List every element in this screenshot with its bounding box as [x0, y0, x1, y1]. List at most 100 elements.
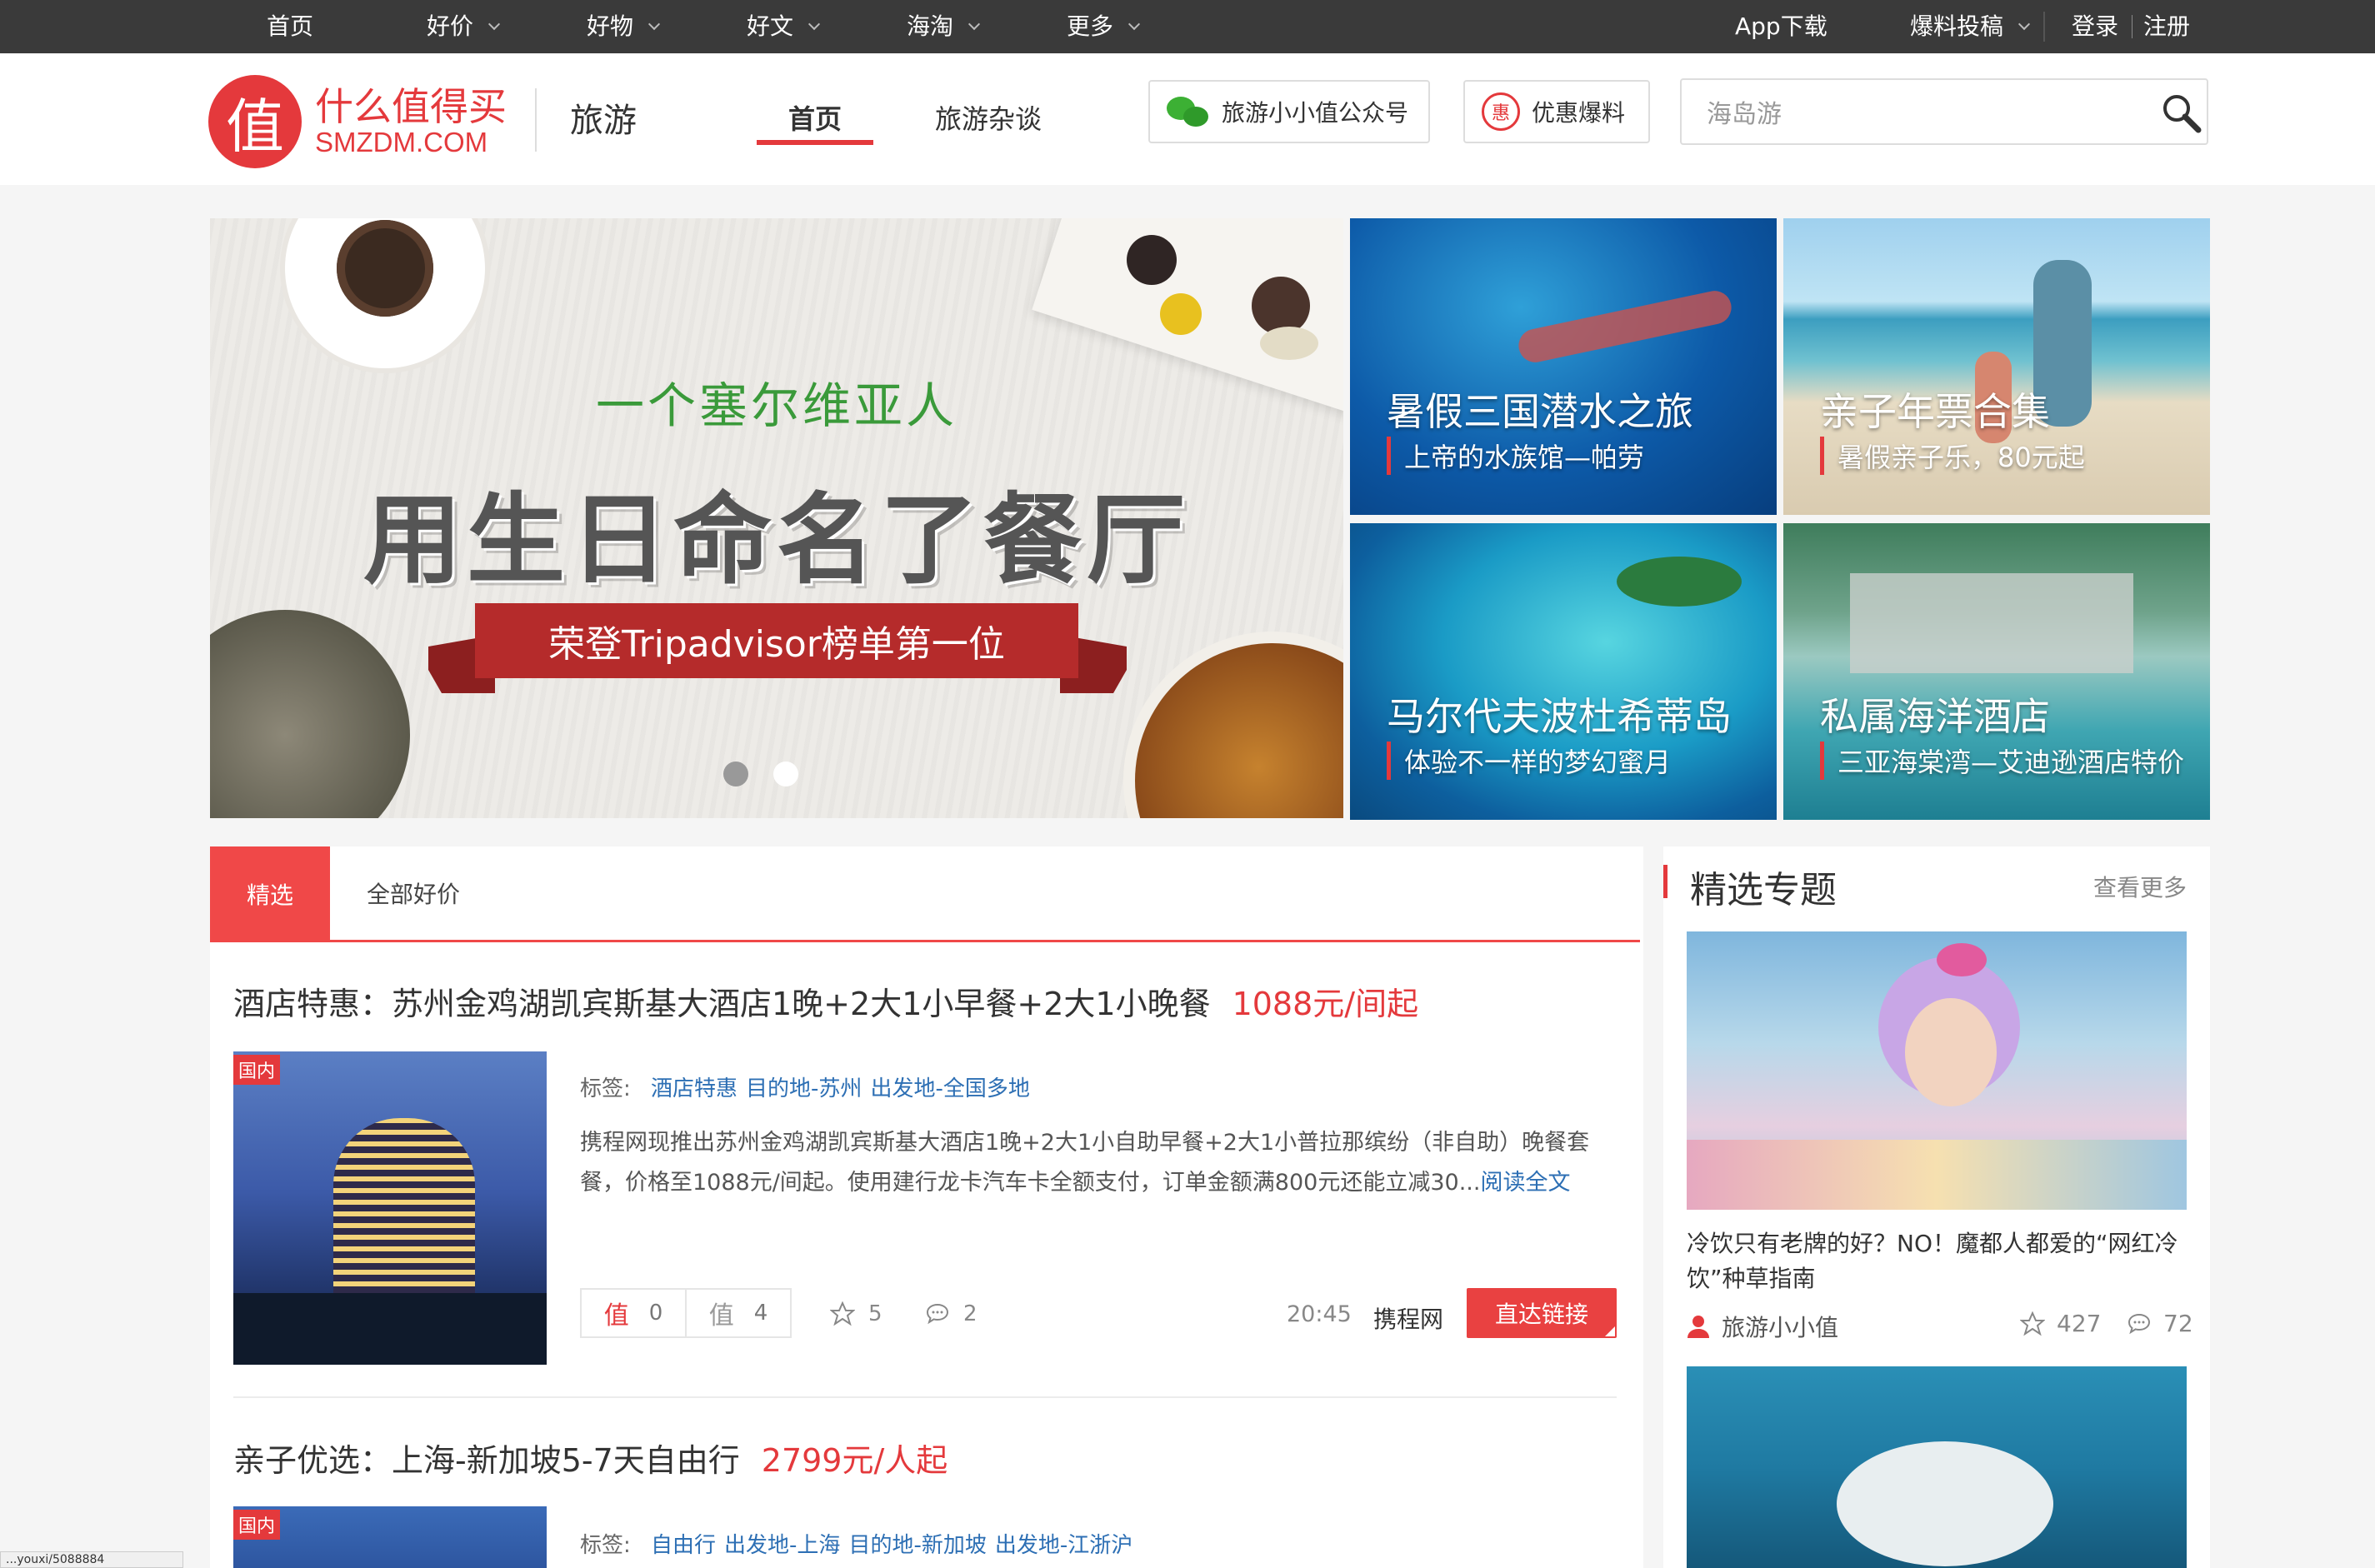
- chevron-down-icon: [1128, 17, 1141, 31]
- tile-title: 私属海洋酒店: [1820, 694, 2050, 739]
- worth-icon: 值: [603, 1301, 629, 1331]
- nav-divider: [2043, 12, 2045, 42]
- tab-travel-talk[interactable]: 旅游杂谈: [935, 98, 1042, 137]
- dessert-image: [1252, 277, 1310, 335]
- banner-ribbon: 荣登Tripadvisor榜单第一位: [475, 603, 1078, 678]
- island-image: [1617, 557, 1742, 607]
- read-more-link[interactable]: 阅读全文: [1480, 1170, 1570, 1196]
- topic-image[interactable]: [1687, 1366, 2187, 1568]
- nav-more[interactable]: 更多: [1067, 0, 1141, 53]
- tag-link[interactable]: 目的地-新加坡: [848, 1533, 986, 1558]
- tab-underline: [210, 940, 1640, 942]
- nav-goods-label: 好物: [587, 12, 634, 40]
- topic-author[interactable]: 旅游小小值: [1687, 1310, 1838, 1343]
- nav-haitao[interactable]: 海淘: [907, 0, 981, 53]
- submit-tip-link[interactable]: 爆料投稿: [1910, 0, 2031, 53]
- favorite-button[interactable]: 5: [830, 1301, 882, 1326]
- search-box: [1680, 78, 2208, 145]
- deal-title[interactable]: 亲子优选：上海-新加坡5-7天自由行 2799元/人起: [233, 1435, 948, 1481]
- worth-button[interactable]: 值0: [582, 1290, 685, 1336]
- hotel-building-image: [333, 1118, 475, 1318]
- nav-articles[interactable]: 好文: [747, 0, 821, 53]
- logo-mark[interactable]: 值: [208, 75, 302, 168]
- topic-caption[interactable]: 冷饮只有老牌的好？NO！魔都人都爱的“网红冷饮”种草指南: [1687, 1226, 2187, 1296]
- featured-topics-sidebar: 精选专题 查看更多 冷饮只有老牌的好？NO！魔都人都爱的“网红冷饮”种草指南 旅…: [1663, 846, 2210, 1568]
- tab-all-deals[interactable]: 全部好价: [367, 876, 460, 910]
- search-icon[interactable]: [2160, 92, 2203, 135]
- region-badge: 国内: [233, 1510, 281, 1540]
- chevron-down-icon: [968, 17, 981, 31]
- dessert-image: [1260, 327, 1318, 360]
- logo-mark-char: 值: [226, 92, 284, 161]
- hui-icon: 惠: [1482, 92, 1520, 131]
- tag-link[interactable]: 目的地-苏州: [746, 1076, 862, 1101]
- waterfront-image: [233, 1293, 547, 1365]
- chevron-down-icon: [808, 17, 821, 31]
- header-divider: [535, 88, 537, 152]
- banner-tile-maldives[interactable]: 马尔代夫波杜希蒂岛 体验不一样的梦幻蜜月: [1350, 523, 1777, 820]
- deal-price: 2799元/人起: [761, 1442, 948, 1479]
- deal-source[interactable]: 携程网: [1373, 1301, 1443, 1335]
- tag-link[interactable]: 出发地-上海: [724, 1533, 840, 1558]
- app-download-link[interactable]: App下载: [1735, 0, 1828, 53]
- deal-time: 20:45: [1287, 1301, 1352, 1327]
- search-input[interactable]: [1707, 92, 2140, 132]
- wechat-account-button[interactable]: 旅游小小值公众号: [1148, 80, 1430, 143]
- see-more-link[interactable]: 查看更多: [2093, 870, 2187, 903]
- user-icon: [1688, 1316, 1709, 1338]
- banner-tile-hotel[interactable]: 私属海洋酒店 三亚海棠湾—艾迪逊酒店特价: [1783, 523, 2210, 820]
- deal-list-panel: 精选 全部好价 酒店特惠：苏州金鸡湖凯宾斯基大酒店1晚+2大1小早餐+2大1小晚…: [210, 846, 1643, 1568]
- deal-tags: 标签: 酒店特惠 目的地-苏州 出发地-全国多地: [580, 1071, 1030, 1102]
- tab-home[interactable]: 首页: [788, 98, 842, 137]
- deal-title[interactable]: 酒店特惠：苏州金鸡湖凯宾斯基大酒店1晚+2大1小早餐+2大1小晚餐 1088元/间…: [233, 978, 1418, 1024]
- tag-link[interactable]: 出发地-江浙沪: [995, 1533, 1132, 1558]
- main-banner[interactable]: 一个塞尔维亚人 用生日命名了餐厅 荣登Tripadvisor榜单第一位: [210, 218, 1343, 818]
- deal-title-text[interactable]: 亲子优选：上海-新加坡5-7天自由行: [233, 1442, 740, 1479]
- logo-text[interactable]: 什么值得买: [315, 77, 507, 132]
- bow-image: [1937, 943, 1987, 976]
- tile-title: 马尔代夫波杜希蒂岛: [1387, 694, 1732, 739]
- tab-active-underline: [757, 140, 873, 145]
- topic-image[interactable]: [1687, 931, 2187, 1210]
- carousel-dot[interactable]: [773, 762, 798, 786]
- wechat-account-label: 旅游小小值公众号: [1222, 99, 1409, 127]
- deal-description: 携程网现推出苏州金鸡湖凯宾斯基大酒店1晚+2大1小自助早餐+2大1小普拉那缤纷（…: [580, 1123, 1613, 1203]
- comment-icon: [926, 1303, 949, 1325]
- row-divider: [233, 1396, 1617, 1398]
- banner-tile-diving[interactable]: 暑假三国潜水之旅 上帝的水族馆—帕劳: [1350, 218, 1777, 515]
- deal-thumbnail[interactable]: 国内: [233, 1051, 547, 1365]
- comment-icon: [2128, 1313, 2151, 1334]
- register-link[interactable]: 注册: [2143, 0, 2190, 53]
- deal-thumbnail[interactable]: 国内: [233, 1506, 547, 1568]
- tab-selected[interactable]: 精选: [210, 846, 330, 941]
- promo-tip-button[interactable]: 惠 优惠爆料: [1463, 80, 1650, 143]
- tile-subtitle: 暑假亲子乐，80元起: [1820, 437, 2085, 475]
- deal-price: 1088元/间起: [1232, 986, 1419, 1022]
- sidebar-title: 精选专题: [1690, 869, 1837, 911]
- login-link[interactable]: 登录: [2072, 0, 2118, 53]
- logo-domain[interactable]: SMZDM.COM: [315, 127, 488, 158]
- deal-tags: 标签: 自由行 出发地-上海 目的地-新加坡 出发地-江浙沪: [580, 1528, 1132, 1559]
- topic-favorite[interactable]: 427: [2020, 1310, 2101, 1337]
- tag-link[interactable]: 出发地-全国多地: [870, 1076, 1029, 1101]
- nav-home[interactable]: 首页: [267, 0, 313, 53]
- nav-goods[interactable]: 好物: [587, 0, 661, 53]
- tag-link[interactable]: 酒店特惠: [651, 1076, 738, 1101]
- banner-tile-family[interactable]: 亲子年票合集 暑假亲子乐，80元起: [1783, 218, 2210, 515]
- not-worth-count: 4: [753, 1301, 768, 1326]
- author-name: 旅游小小值: [1722, 1314, 1839, 1341]
- chevron-down-icon: [2018, 17, 2031, 31]
- site-header: 值 什么值得买 SMZDM.COM 旅游 首页 旅游杂谈 旅游小小值公众号 惠 …: [0, 53, 2375, 185]
- channel-title: 旅游: [570, 102, 637, 140]
- topic-comments[interactable]: 72: [2127, 1310, 2193, 1337]
- not-worth-button[interactable]: 值4: [685, 1290, 790, 1336]
- nav-deals[interactable]: 好价: [427, 0, 501, 53]
- comment-count: 72: [2163, 1310, 2193, 1337]
- direct-link-button[interactable]: 直达链接: [1467, 1288, 1617, 1338]
- deal-title-text[interactable]: 酒店特惠：苏州金鸡湖凯宾斯基大酒店1晚+2大1小早餐+2大1小晚餐: [233, 986, 1211, 1022]
- register-label: 注册: [2143, 12, 2191, 40]
- comment-button[interactable]: 2: [925, 1301, 978, 1326]
- nav-more-label: 更多: [1067, 12, 1114, 40]
- tag-link[interactable]: 自由行: [651, 1533, 716, 1558]
- carousel-dot[interactable]: [723, 762, 748, 786]
